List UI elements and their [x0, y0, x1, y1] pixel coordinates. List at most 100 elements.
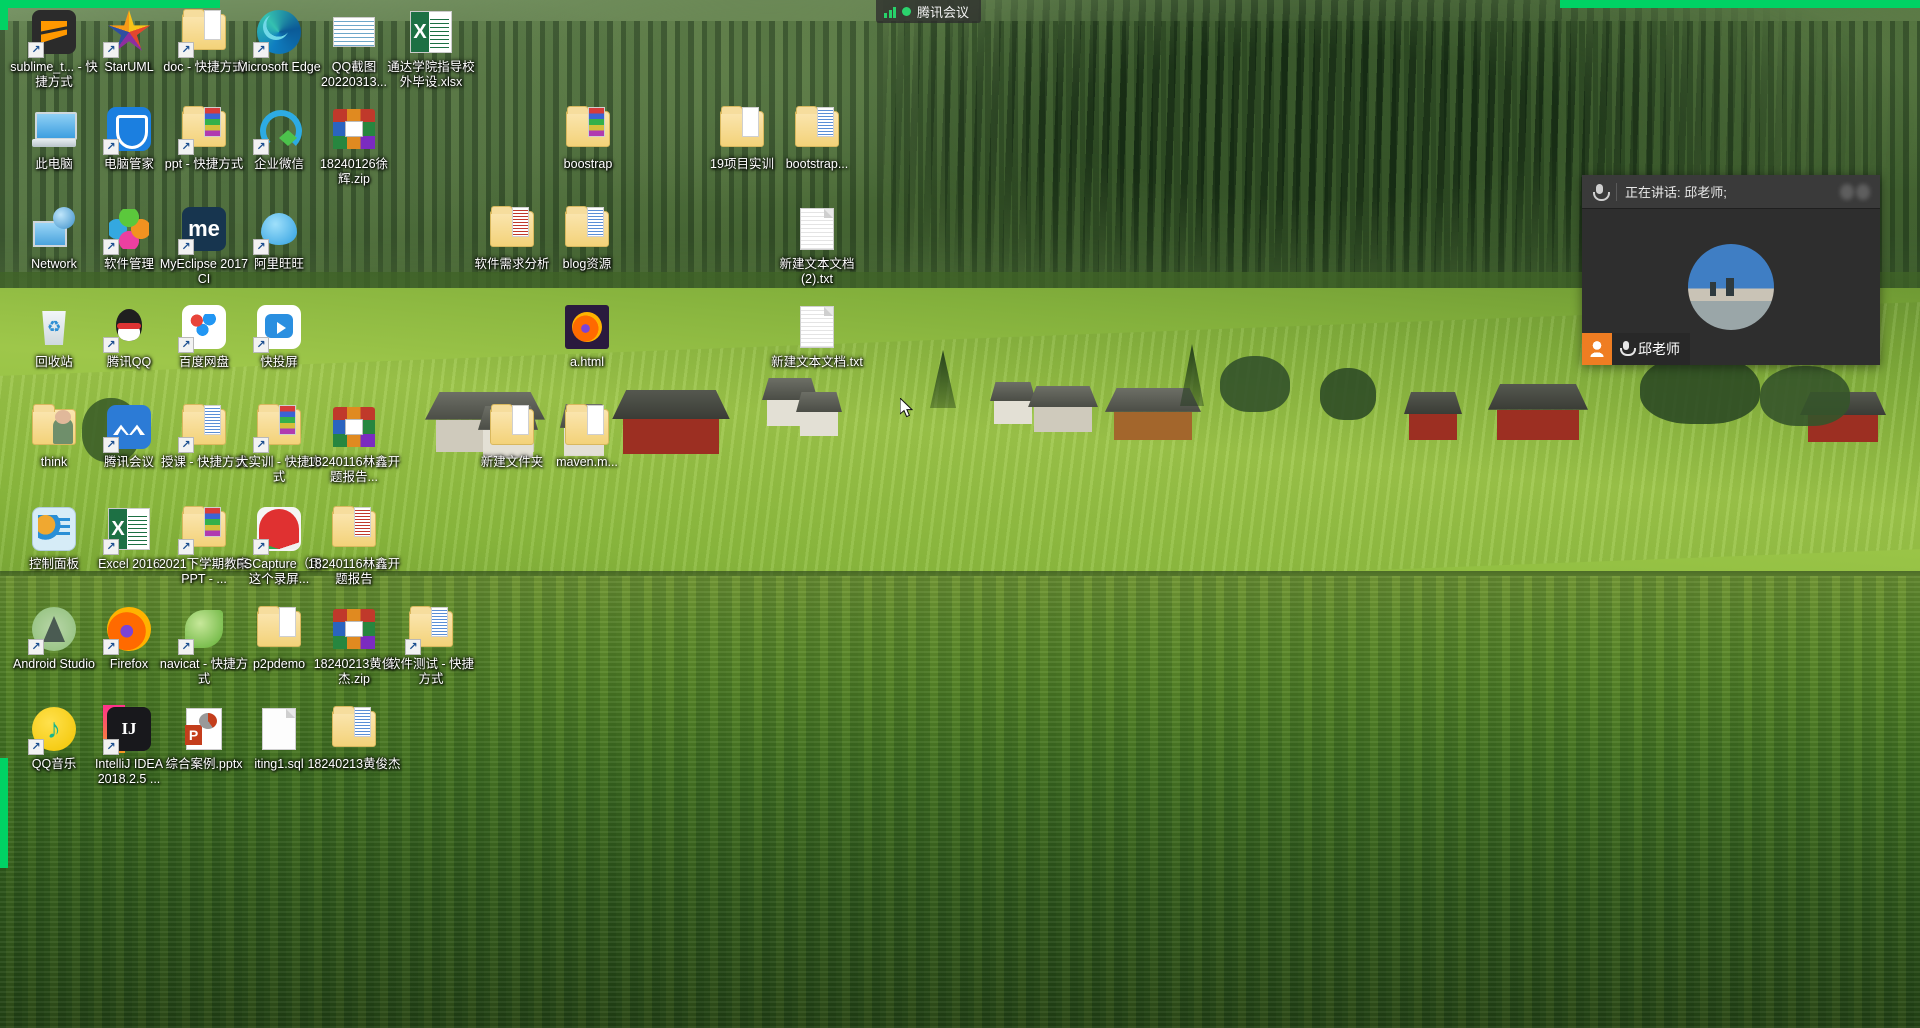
desktop-icon[interactable]: 快投屏 — [231, 303, 327, 370]
ic-myeclipse-icon: me — [178, 205, 228, 255]
folder-lines-icon — [178, 403, 228, 453]
audio-wave-icon — [1840, 183, 1870, 200]
shortcut-overlay-icon — [103, 239, 119, 255]
desktop-icon-label: 阿里旺旺 — [253, 257, 304, 271]
shortcut-overlay-icon — [405, 639, 421, 655]
folder-plain-icon — [255, 605, 303, 653]
ic-android-icon — [28, 605, 78, 655]
desktop-icon[interactable]: 18240213黄俊杰 — [306, 705, 402, 772]
folder-icon — [178, 8, 228, 58]
desktop-icon-label: 新建文本文档.txt — [771, 355, 863, 369]
desktop-icon-label: 快投屏 — [260, 355, 298, 369]
g-excel-icon — [103, 505, 153, 555]
folder-lines-icon — [330, 705, 378, 753]
desktop-icon-label: bootstrap... — [785, 157, 849, 171]
tencent-meeting-floating-bar[interactable]: 腾讯会议 — [876, 0, 982, 23]
shortcut-overlay-icon — [253, 139, 269, 155]
ic-pc-icon — [30, 105, 78, 153]
shortcut-overlay-icon — [253, 437, 269, 453]
shortcut-overlay-icon — [253, 539, 269, 555]
desktop-icon-label: 新建文本文档 (2).txt — [779, 257, 855, 286]
screen-share-border-left — [0, 0, 8, 30]
folder-lines-icon — [405, 605, 455, 655]
screen-share-border-left-bottom — [0, 758, 8, 868]
shortcut-overlay-icon — [178, 239, 194, 255]
ic-staruml-icon — [103, 8, 153, 58]
ic-softmgr-icon — [103, 205, 153, 255]
folder-lines-icon — [793, 105, 841, 153]
shortcut-overlay-icon — [103, 739, 119, 755]
desktop-icon[interactable]: 新建文本文档 (2).txt — [769, 205, 865, 287]
shortcut-overlay-icon — [28, 739, 44, 755]
shortcut-overlay-icon — [253, 42, 269, 58]
participant-name-label: 邱老师 — [1638, 341, 1680, 357]
ic-firefox-doc-icon — [563, 303, 611, 351]
desktop-icon[interactable]: 18240116林鑫开题报告... — [306, 403, 402, 485]
desktop-icon[interactable]: 软件测试 - 快捷方式 — [383, 605, 479, 687]
mouse-cursor — [900, 398, 914, 418]
ic-fscap-icon — [253, 505, 303, 555]
desktop-icon-label: a.html — [569, 355, 605, 369]
video-panel-header[interactable]: 正在讲话: 邱老师; — [1582, 175, 1880, 208]
folder-plain-icon — [718, 105, 766, 153]
desktop-icon[interactable]: 18240126徐辉.zip — [306, 105, 402, 187]
ic-baidupan-icon — [178, 303, 228, 353]
ic-wecom-icon — [253, 105, 303, 155]
ic-navicat-icon — [178, 605, 228, 655]
ic-qqmusic-icon — [28, 705, 78, 755]
ic-guard-icon — [103, 105, 153, 155]
desktop-icon-grid: sublime_t... - 快捷方式StarUMLdoc - 快捷方式Micr… — [0, 0, 1920, 1028]
ic-aliww-icon — [253, 205, 303, 255]
shortcut-overlay-icon — [103, 639, 119, 655]
g-doc-txt-icon — [793, 303, 841, 351]
participant-name-tag: 邱老师 — [1582, 333, 1690, 365]
desktop-icon[interactable]: 新建文本文档.txt — [769, 303, 865, 370]
video-panel-body[interactable]: 邱老师 — [1582, 208, 1880, 365]
desktop-icon[interactable]: maven.m... — [539, 403, 635, 470]
shortcut-overlay-icon — [103, 539, 119, 555]
avatar — [1688, 244, 1774, 330]
shortcut-overlay-icon — [103, 42, 119, 58]
desktop-icon[interactable]: a.html — [539, 303, 635, 370]
green-status-dot-icon — [902, 7, 911, 16]
ic-qq-icon — [103, 303, 153, 353]
shortcut-overlay-icon — [178, 539, 194, 555]
shortcut-overlay-icon — [178, 337, 194, 353]
g-rar-icon — [330, 403, 378, 451]
desktop-icon-label: 18240116林鑫开题报告 — [307, 557, 401, 586]
tencent-meeting-video-panel[interactable]: 正在讲话: 邱老师; 邱老师 — [1582, 175, 1880, 365]
ic-sublime-icon — [28, 8, 78, 58]
microphone-icon[interactable] — [1590, 182, 1610, 202]
desktop-icon-label: blog资源 — [562, 257, 612, 271]
ic-edge-icon — [253, 8, 303, 58]
meeting-title-label: 腾讯会议 — [917, 5, 970, 20]
ic-firefox-icon — [103, 605, 153, 655]
screen-share-border-top — [0, 0, 220, 8]
ic-qqshot-icon — [330, 8, 378, 56]
desktop-icon-label: 软件测试 - 快捷方式 — [387, 657, 475, 686]
desktop-icon[interactable]: blog资源 — [539, 205, 635, 272]
g-rar-icon — [330, 105, 378, 153]
desktop-icon[interactable]: 阿里旺旺 — [231, 205, 327, 272]
shortcut-overlay-icon — [178, 639, 194, 655]
folder-rar-icon — [178, 105, 228, 155]
folder-rar-icon — [178, 505, 228, 555]
folder-doc-icon — [488, 205, 536, 253]
folder-rar-icon — [253, 403, 303, 453]
shortcut-overlay-icon — [28, 639, 44, 655]
folder-plain-icon — [488, 403, 536, 451]
desktop-icon[interactable]: 18240116林鑫开题报告 — [306, 505, 402, 587]
ic-idea-icon — [103, 705, 153, 755]
speaking-status-label: 正在讲话: 邱老师; — [1625, 185, 1727, 200]
desktop-icon-label: 18240213黄俊杰 — [307, 757, 401, 771]
shortcut-overlay-icon — [28, 42, 44, 58]
desktop-icon[interactable]: 通达学院指导校外毕设.xlsx — [383, 8, 479, 90]
desktop-icon[interactable]: bootstrap... — [769, 105, 865, 172]
person-icon — [1582, 333, 1612, 365]
shortcut-overlay-icon — [103, 437, 119, 453]
folder-doc-icon — [330, 505, 378, 553]
shortcut-overlay-icon — [178, 437, 194, 453]
ic-bin-icon — [30, 303, 78, 351]
desktop-icon-label: boostrap — [563, 157, 613, 171]
desktop-icon[interactable]: boostrap — [540, 105, 636, 172]
